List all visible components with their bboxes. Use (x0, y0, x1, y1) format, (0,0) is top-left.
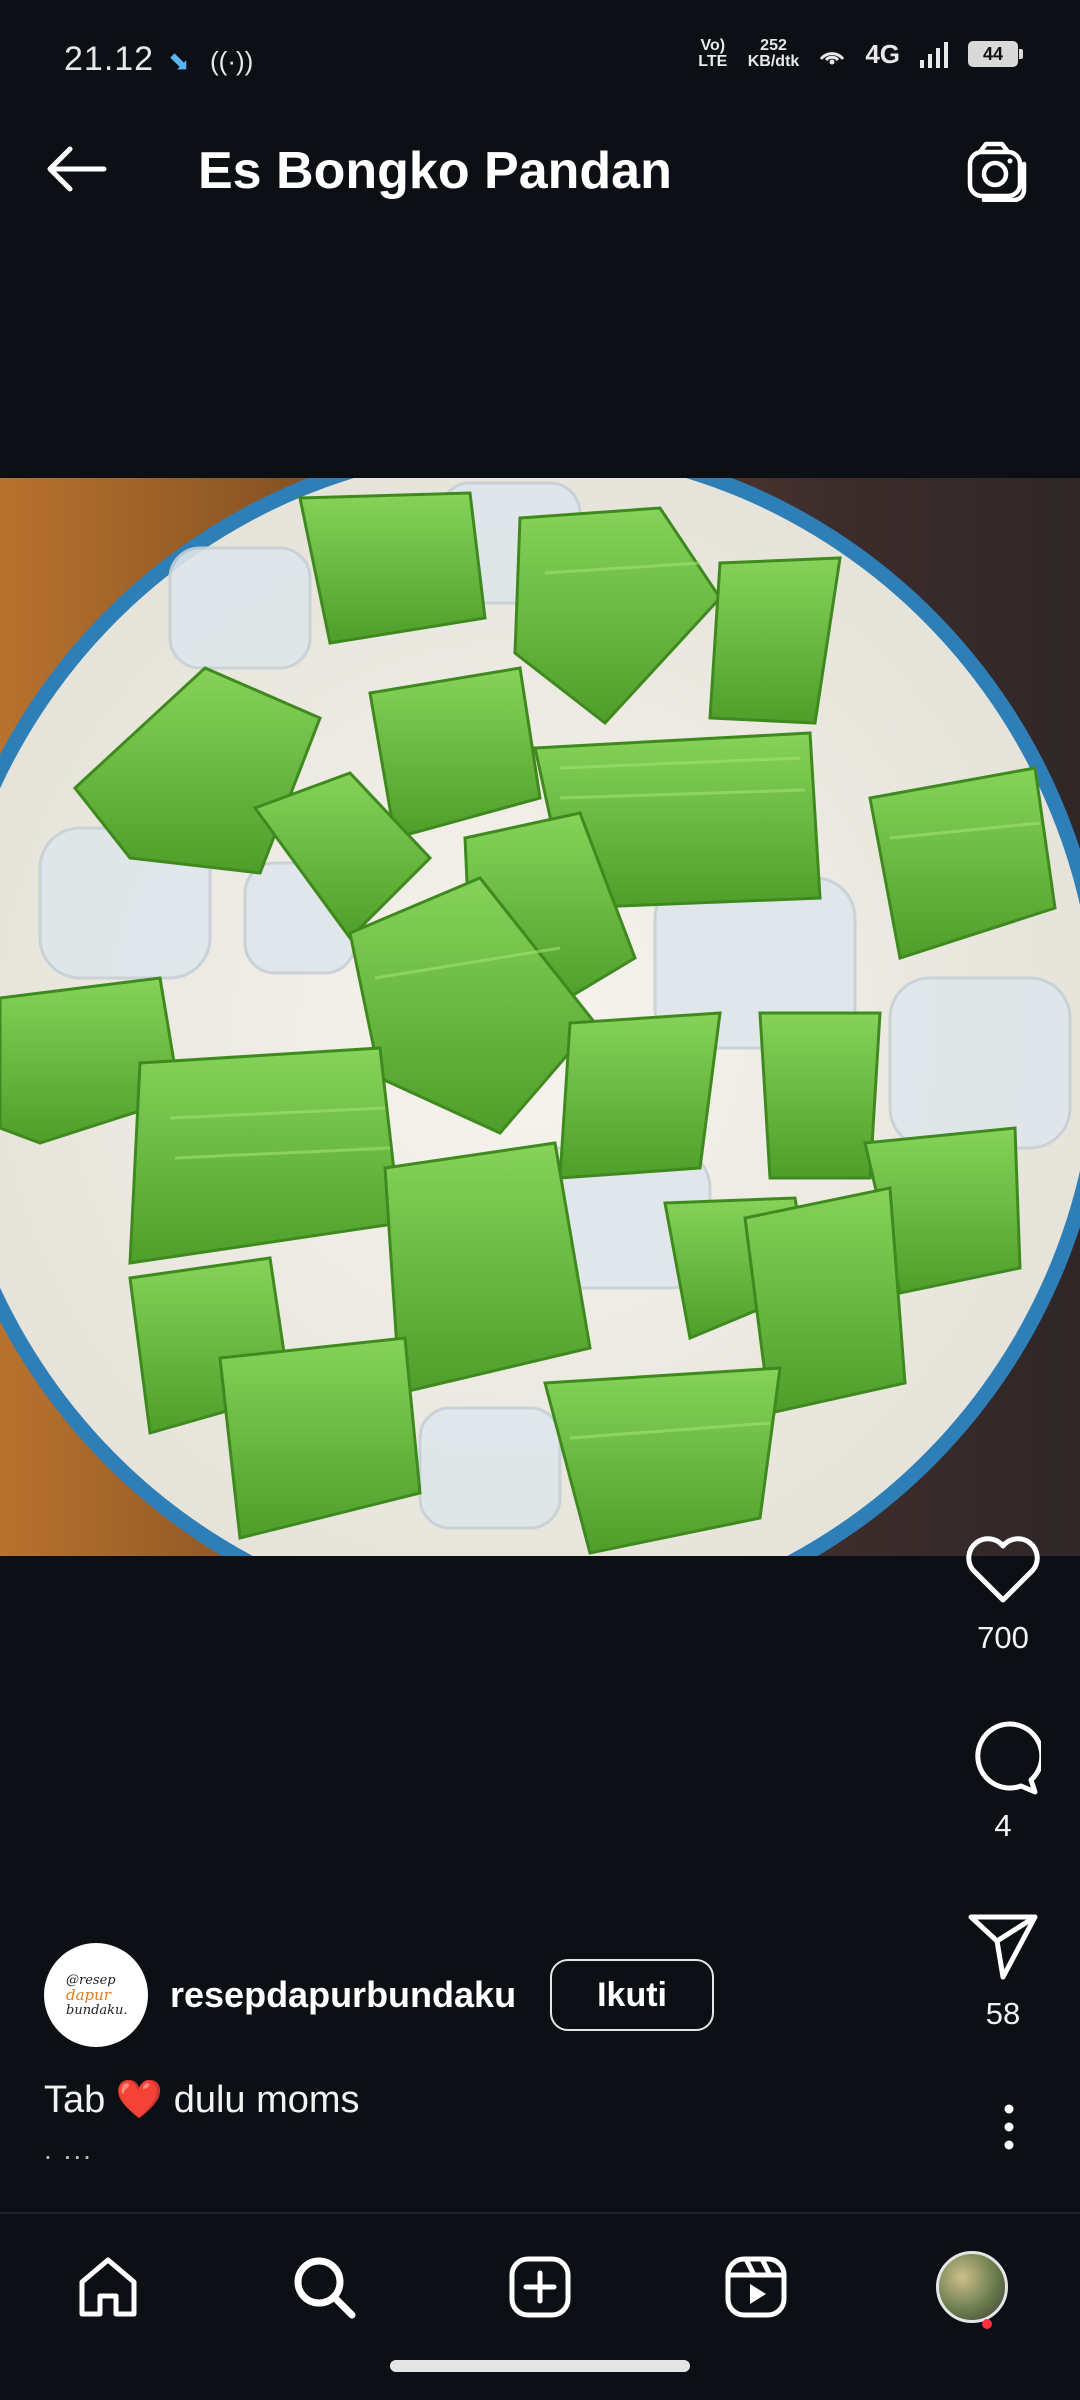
share-count: 58 (985, 1996, 1021, 2031)
post-image[interactable] (0, 478, 1080, 1556)
status-right: Vo) LTE 252 KB/dtk 4G 44 (696, 37, 1023, 70)
header: Es Bongko Pandan (0, 95, 1080, 245)
nav-create[interactable] (490, 2242, 590, 2332)
notification-dot (982, 2319, 992, 2329)
follow-button[interactable]: Ikuti (550, 1959, 715, 2031)
more-vertical-icon (1004, 2104, 1014, 2150)
arrow-left-icon (47, 146, 107, 192)
search-icon (294, 2257, 356, 2319)
back-button[interactable] (36, 137, 116, 201)
author-row: @resep dapur bundaku. resepdapurbundaku … (44, 1942, 715, 2048)
status-time: 21.12 (64, 40, 155, 78)
send-icon (968, 1914, 1038, 1980)
pandan-dessert-photo (0, 478, 1080, 1556)
profile-avatar-image (936, 2251, 1008, 2323)
nav-search[interactable] (274, 2242, 374, 2332)
avatar-text-3: bundaku. (66, 2002, 128, 2018)
like-count: 700 (977, 1620, 1029, 1655)
author-avatar[interactable]: @resep dapur bundaku. (44, 1943, 148, 2047)
signal-icon (920, 42, 948, 68)
volte-indicator: Vo) LTE (698, 37, 728, 70)
comment-action: 4 (948, 1718, 1058, 1844)
comment-icon (975, 1721, 1041, 1795)
page-title: Es Bongko Pandan (198, 142, 672, 200)
caption-more[interactable]: . ... (44, 2134, 93, 2166)
hotspot-icon: ((·)) (210, 46, 254, 76)
nav-profile[interactable] (922, 2242, 1022, 2332)
comment-count: 4 (994, 1808, 1012, 1843)
status-bar: 21.12 ⬊ ((·)) Vo) LTE 252 KB/dtk 4G 44 (0, 0, 1080, 95)
share-button[interactable] (948, 1906, 1058, 1986)
camera-icon (967, 141, 1027, 202)
avatar-text-2: dapur (66, 1985, 111, 2004)
more-options-button[interactable] (974, 2092, 1044, 2162)
camera-button[interactable] (962, 137, 1034, 205)
home-indicator[interactable] (390, 2360, 690, 2372)
heart-icon (966, 1536, 1040, 1603)
network-type: 4G (865, 38, 900, 69)
comment-button[interactable] (948, 1718, 1058, 1798)
share-action: 58 (948, 1906, 1058, 2032)
home-icon (79, 2257, 137, 2317)
nav-home[interactable] (58, 2242, 158, 2332)
like-button[interactable] (948, 1530, 1058, 1610)
like-action: 700 (948, 1530, 1058, 1656)
reels-icon (725, 2256, 787, 2318)
app-notification-icon: ⬊ (168, 46, 190, 76)
nav-reels[interactable] (706, 2242, 806, 2332)
author-username[interactable]: resepdapurbundaku (170, 1974, 516, 2016)
profile-avatar (936, 2251, 1008, 2329)
battery-indicator: 44 (968, 41, 1023, 67)
create-icon (509, 2256, 571, 2318)
network-speed: 252 KB/dtk (747, 37, 800, 70)
wifi-icon (820, 52, 845, 65)
post-caption[interactable]: Tab ❤️ dulu moms (44, 2078, 360, 2122)
